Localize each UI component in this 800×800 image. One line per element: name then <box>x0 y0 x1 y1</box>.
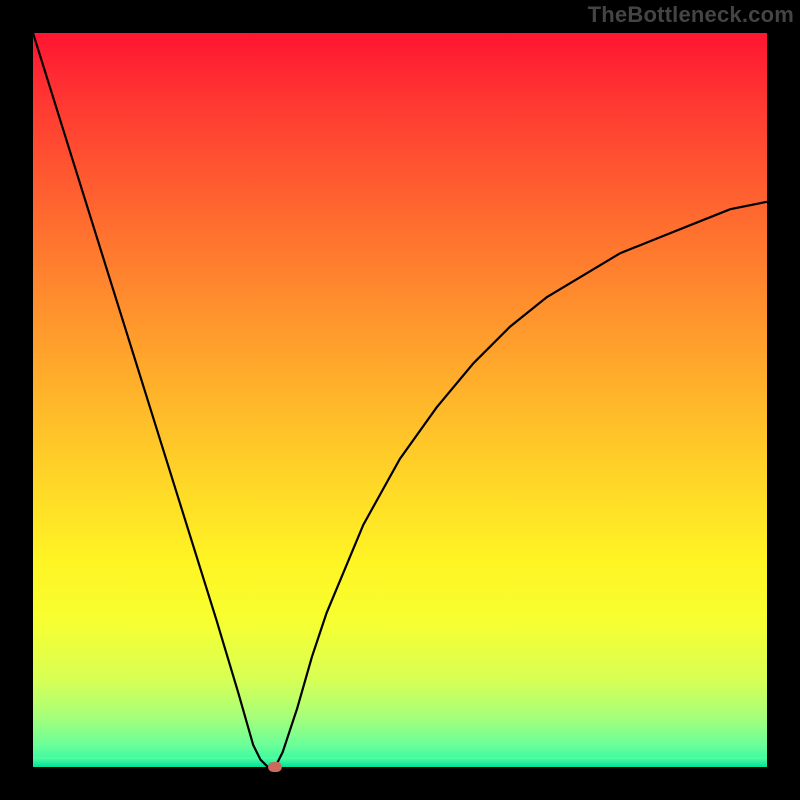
chart-frame: TheBottleneck.com <box>0 0 800 800</box>
curve-layer <box>33 33 767 767</box>
bottleneck-curve <box>33 33 767 767</box>
watermark-text: TheBottleneck.com <box>588 2 794 28</box>
plot-area <box>33 33 767 767</box>
optimal-point-marker <box>268 762 282 772</box>
